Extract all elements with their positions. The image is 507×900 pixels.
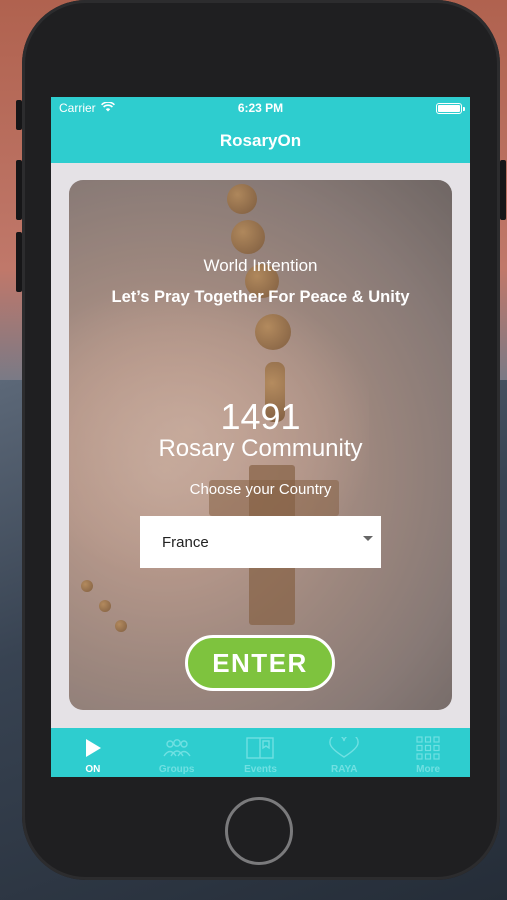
- nav-bar: RosaryOn: [51, 119, 470, 163]
- grid-icon: [416, 734, 440, 762]
- dropdown-caret-icon: [363, 536, 373, 541]
- tab-more[interactable]: More: [386, 728, 470, 777]
- home-button[interactable]: [225, 797, 293, 865]
- tab-raya[interactable]: RAYA: [302, 728, 386, 777]
- battery-icon: [436, 102, 465, 114]
- intention-card: World Intention Let’s Pray Together For …: [69, 180, 452, 710]
- tab-label: More: [416, 764, 441, 775]
- events-icon: [246, 734, 275, 762]
- mute-switch: [16, 100, 22, 130]
- heart-icon: [329, 734, 359, 762]
- app-screen: Carrier 6:23 PM RosaryOn World Intention…: [51, 97, 470, 777]
- tab-label: Groups: [158, 764, 195, 775]
- enter-button[interactable]: ENTER: [185, 635, 335, 691]
- community-count: 1491: [220, 396, 301, 437]
- tab-events[interactable]: Events: [219, 728, 303, 777]
- tab-bar: ON Groups Events RAYA More: [51, 728, 470, 777]
- choose-country-label: Choose your Country: [189, 481, 332, 498]
- power-button: [500, 160, 506, 220]
- status-time: 6:23 PM: [237, 101, 284, 115]
- volume-up-button: [16, 160, 22, 220]
- country-select-value: France: [162, 533, 209, 551]
- groups-icon: [162, 734, 192, 762]
- volume-down-button: [16, 232, 22, 292]
- status-bar: Carrier 6:23 PM: [51, 97, 470, 119]
- intention-text: Let’s Pray Together For Peace & Unity: [111, 288, 410, 306]
- play-icon: [84, 734, 102, 762]
- app-title: RosaryOn: [219, 131, 302, 150]
- tab-label: ON: [85, 764, 101, 775]
- country-select[interactable]: France: [140, 516, 381, 568]
- tab-on[interactable]: ON: [51, 728, 135, 777]
- intention-label: World Intention: [203, 256, 318, 275]
- tab-label: RAYA: [331, 764, 358, 775]
- tab-label: Events: [244, 764, 277, 775]
- community-label: Rosary Community: [158, 435, 363, 462]
- tab-groups[interactable]: Groups: [135, 728, 219, 777]
